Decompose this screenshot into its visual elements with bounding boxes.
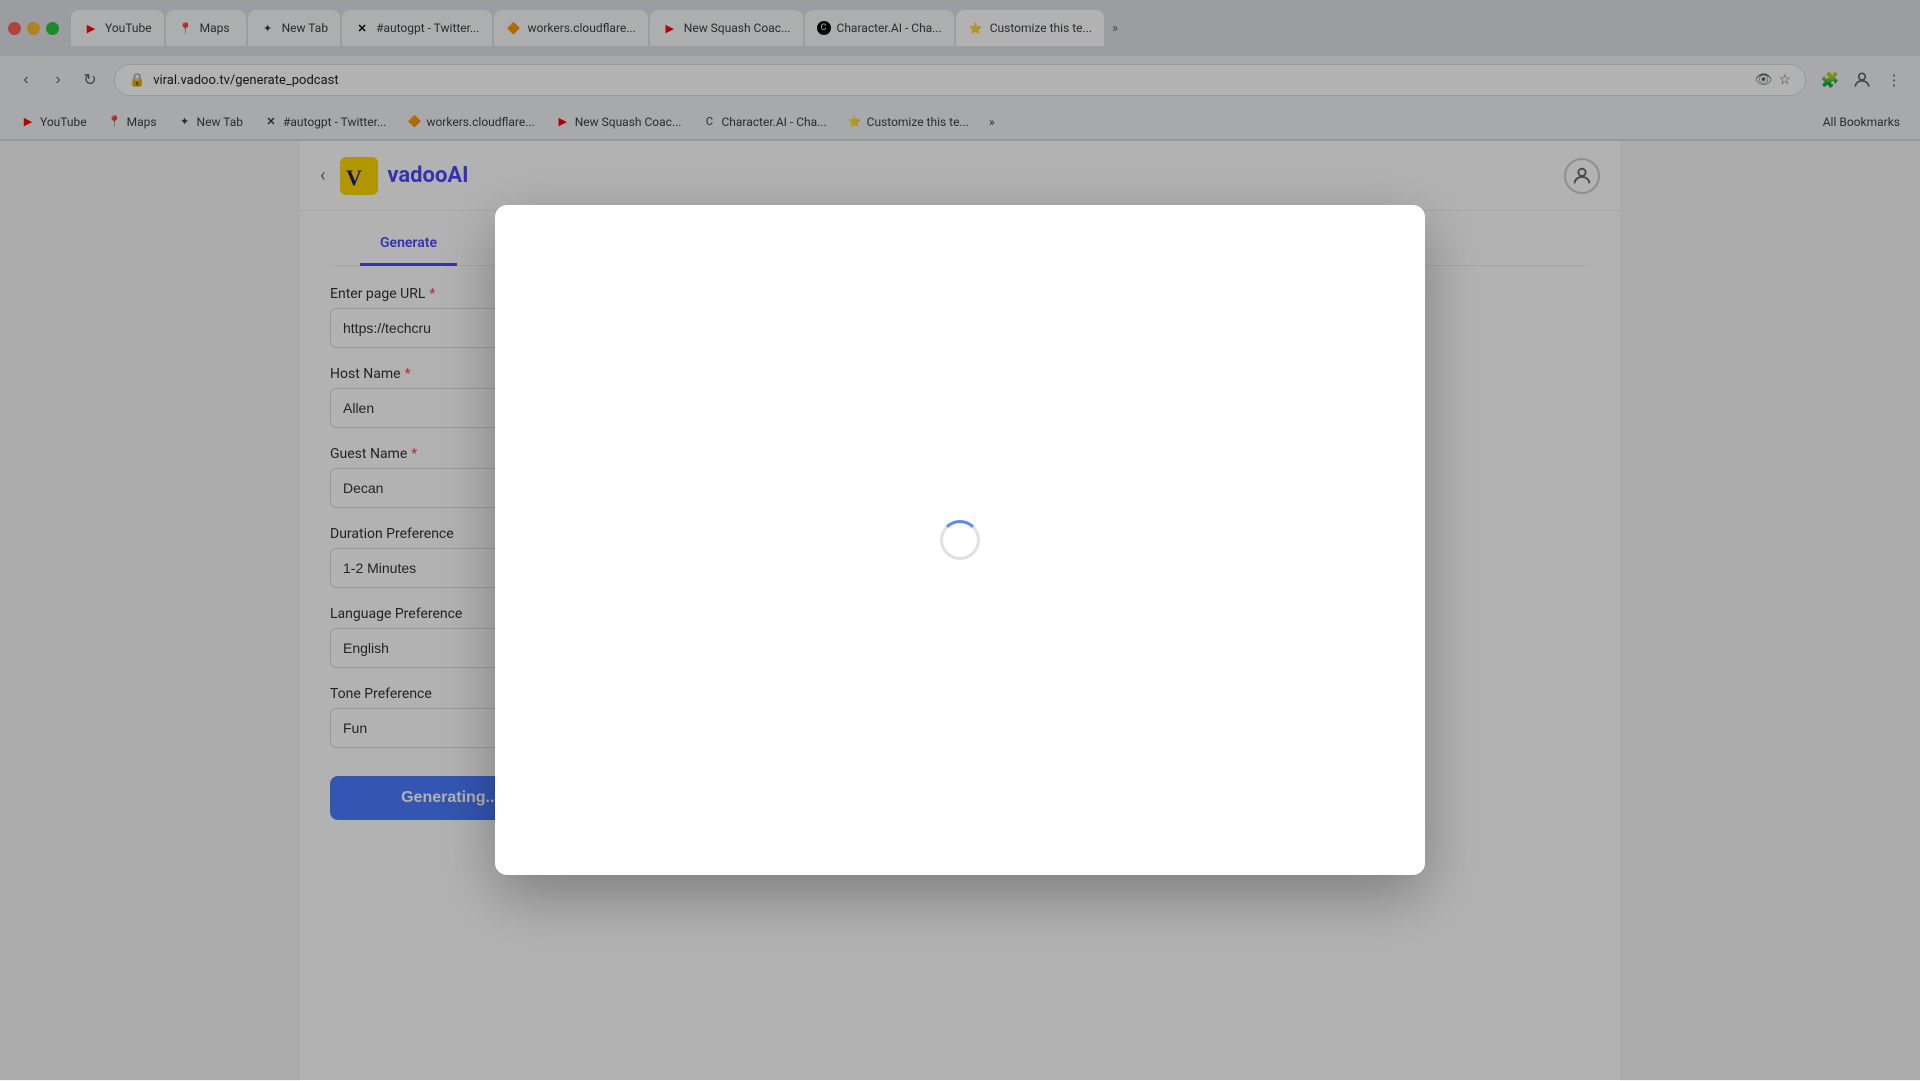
form-container: Enter page URL * Host Name * Guest Name bbox=[330, 266, 1590, 840]
page-inner: ‹ V vadooAI bbox=[300, 141, 1620, 1081]
page-wrapper: ‹ V vadooAI bbox=[0, 141, 1920, 1081]
loading-spinner bbox=[940, 520, 980, 560]
loading-modal bbox=[495, 205, 1425, 875]
app-content: Generate Enter page URL * Host Name * bbox=[300, 211, 1620, 840]
modal-overlay bbox=[0, 0, 1920, 1080]
